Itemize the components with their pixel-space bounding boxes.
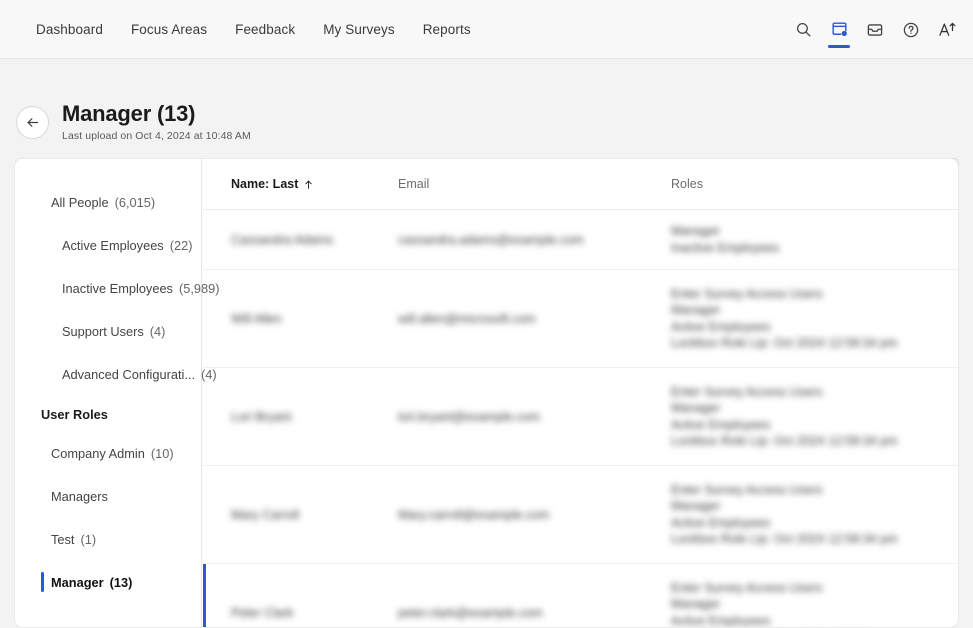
role-line: Enter Survey Access Users bbox=[671, 286, 823, 301]
table-body: Cassandra Adams cassandra.adams@example.c… bbox=[203, 210, 958, 627]
inbox-icon-button[interactable] bbox=[857, 8, 893, 52]
inbox-icon bbox=[867, 23, 883, 36]
cell-email: will.allen@microsoft.com bbox=[398, 311, 536, 326]
sidebar-item-label: Company Admin bbox=[51, 446, 145, 461]
sidebar-item-managers[interactable]: Managers bbox=[15, 475, 201, 518]
sidebar-section-header: User Roles bbox=[41, 406, 108, 422]
role-line: Active Employees bbox=[671, 417, 771, 432]
role-line: Manager bbox=[671, 597, 721, 611]
sidebar-item-label: Manager bbox=[51, 575, 104, 590]
cell-name: Will Allen bbox=[231, 311, 282, 326]
table-row[interactable]: Cassandra Adams cassandra.adams@example.c… bbox=[203, 210, 958, 270]
sidebar-item-label: Test bbox=[51, 532, 75, 547]
role-line: Enter Survey Access Users bbox=[671, 580, 823, 595]
text-size-icon-button[interactable] bbox=[929, 8, 965, 52]
role-line: Enter Survey Access Users bbox=[671, 384, 823, 399]
cell-email: Mary.carroll@example.com bbox=[398, 507, 550, 522]
sidebar-item-active-employees[interactable]: Active Employees (22) bbox=[15, 224, 201, 267]
cell-email: lori.bryant@example.com bbox=[398, 409, 540, 424]
nav-link-reports[interactable]: Reports bbox=[409, 16, 485, 43]
search-icon bbox=[796, 22, 811, 37]
column-header-name[interactable]: Name: Last bbox=[231, 177, 314, 191]
nav-link-feedback[interactable]: Feedback bbox=[221, 16, 309, 43]
sidebar-item-label: Advanced Configurati... bbox=[62, 367, 196, 382]
sidebar-item-count: (4) bbox=[149, 324, 166, 339]
text-size-icon bbox=[938, 22, 955, 36]
people-table: Name: Last Email Roles Cassandra Adams ca… bbox=[203, 159, 958, 627]
table-row[interactable]: Mary Carroll Mary.carroll@example.com Ente… bbox=[203, 466, 958, 564]
role-line: Active Employees bbox=[671, 319, 771, 334]
cell-name: Lori Bryant bbox=[231, 409, 292, 424]
nav-link-focus-areas[interactable]: Focus Areas bbox=[117, 16, 221, 43]
sidebar-item-label: Support Users bbox=[62, 324, 144, 339]
search-icon-button[interactable] bbox=[785, 8, 821, 52]
role-line: Lockbox Role Lip: Oct 2024 12:58:34 pm bbox=[671, 434, 898, 448]
filters-sidebar: All People (6,015) Active Employees (22) Ina… bbox=[15, 159, 220, 627]
arrow-left-icon bbox=[27, 118, 39, 127]
role-line: Lockbox Role Lip: Oct 2024 12:58:34 pm bbox=[671, 532, 898, 546]
cell-name: Peter Clark bbox=[231, 605, 294, 620]
cell-roles: Enter Survey Access Users Manager Active E… bbox=[671, 286, 898, 352]
sidebar-item-label: Managers bbox=[51, 489, 108, 504]
sidebar-item-label: Active Employees bbox=[62, 238, 164, 253]
sidebar-item-manager[interactable]: Manager (13) bbox=[15, 561, 201, 604]
sidebar-item-count: (13) bbox=[109, 575, 133, 590]
table-row[interactable]: Will Allen will.allen@microsoft.com Enter … bbox=[203, 270, 958, 368]
role-line: Lockbox Role Lip: Oct 2024 12:58:34 pm bbox=[671, 336, 898, 350]
role-line: Manager bbox=[671, 224, 721, 238]
title-block: Manager (13) Last upload on Oct 4, 2024 … bbox=[62, 101, 251, 142]
primary-nav-links: Dashboard Focus Areas Feedback My Survey… bbox=[22, 16, 485, 43]
sidebar-item-all-people[interactable]: All People (6,015) bbox=[15, 181, 201, 224]
sidebar-item-label: Inactive Employees bbox=[62, 281, 173, 296]
cell-roles: Manager Inactive Employees bbox=[671, 223, 779, 256]
role-line: Inactive Employees bbox=[671, 240, 780, 255]
help-circle-icon-button[interactable] bbox=[893, 8, 929, 52]
sidebar-item-label: All People bbox=[51, 195, 109, 210]
cell-email: cassandra.adams@example.com bbox=[398, 232, 584, 247]
table-row[interactable]: Lori Bryant lori.bryant@example.com Enter … bbox=[203, 368, 958, 466]
nav-link-my-surveys[interactable]: My Surveys bbox=[309, 16, 409, 43]
page-title: Manager (13) bbox=[62, 101, 196, 126]
active-tab-indicator bbox=[828, 44, 850, 48]
top-navigation-bar: Dashboard Focus Areas Feedback My Survey… bbox=[0, 0, 973, 59]
role-line: Enter Survey Access Users bbox=[671, 482, 823, 497]
admin-card-icon-button[interactable] bbox=[821, 8, 857, 52]
role-line: Manager bbox=[671, 303, 721, 317]
role-line: Active Employees bbox=[671, 515, 771, 530]
page-header: Manager (13) Last upload on Oct 4, 2024 … bbox=[0, 59, 973, 191]
sidebar-item-inactive-employees[interactable]: Inactive Employees (5,989) bbox=[15, 267, 220, 310]
role-line: Active Employees bbox=[671, 613, 771, 628]
admin-card-icon bbox=[831, 22, 847, 37]
cell-roles: Enter Survey Access Users Manager Active E… bbox=[671, 384, 898, 450]
sidebar-item-support-users[interactable]: Support Users (4) bbox=[15, 310, 201, 353]
sidebar-item-count: (6,015) bbox=[114, 195, 156, 210]
table-row[interactable]: Peter Clark peter.clark@example.com Enter … bbox=[203, 564, 958, 627]
column-header-name-label: Name: Last bbox=[231, 177, 299, 191]
role-line: Manager bbox=[671, 401, 721, 415]
back-button[interactable] bbox=[16, 106, 49, 139]
column-header-roles[interactable]: Roles bbox=[671, 177, 703, 191]
page-subtitle: Last upload on Oct 4, 2024 at 10:48 AM bbox=[62, 130, 251, 142]
sidebar-item-count: (10) bbox=[150, 446, 174, 461]
sidebar-item-advanced-configurati[interactable]: Advanced Configurati... (4) bbox=[15, 353, 217, 396]
cell-name: Mary Carroll bbox=[231, 507, 300, 522]
nav-link-dashboard[interactable]: Dashboard bbox=[22, 16, 117, 43]
cell-name: Cassandra Adams bbox=[231, 232, 334, 247]
cell-roles: Enter Survey Access Users Manager Active E… bbox=[671, 580, 898, 628]
people-card: All People (6,015) Active Employees (22) Ina… bbox=[14, 158, 959, 628]
cell-email: peter.clark@example.com bbox=[398, 605, 543, 620]
table-header-row: Name: Last Email Roles bbox=[203, 159, 958, 210]
sort-ascending-icon bbox=[305, 180, 313, 189]
column-header-email[interactable]: Email bbox=[398, 177, 429, 191]
sidebar-item-company-admin[interactable]: Company Admin (10) bbox=[15, 432, 201, 475]
cell-roles: Enter Survey Access Users Manager Active E… bbox=[671, 482, 898, 548]
sidebar-item-test[interactable]: Test (1) bbox=[15, 518, 201, 561]
role-line: Manager bbox=[671, 499, 721, 513]
sidebar-item-count: (22) bbox=[169, 238, 193, 253]
nav-icon-group bbox=[785, 0, 965, 59]
help-circle-icon bbox=[903, 22, 919, 37]
sidebar-item-count: (1) bbox=[80, 532, 97, 547]
